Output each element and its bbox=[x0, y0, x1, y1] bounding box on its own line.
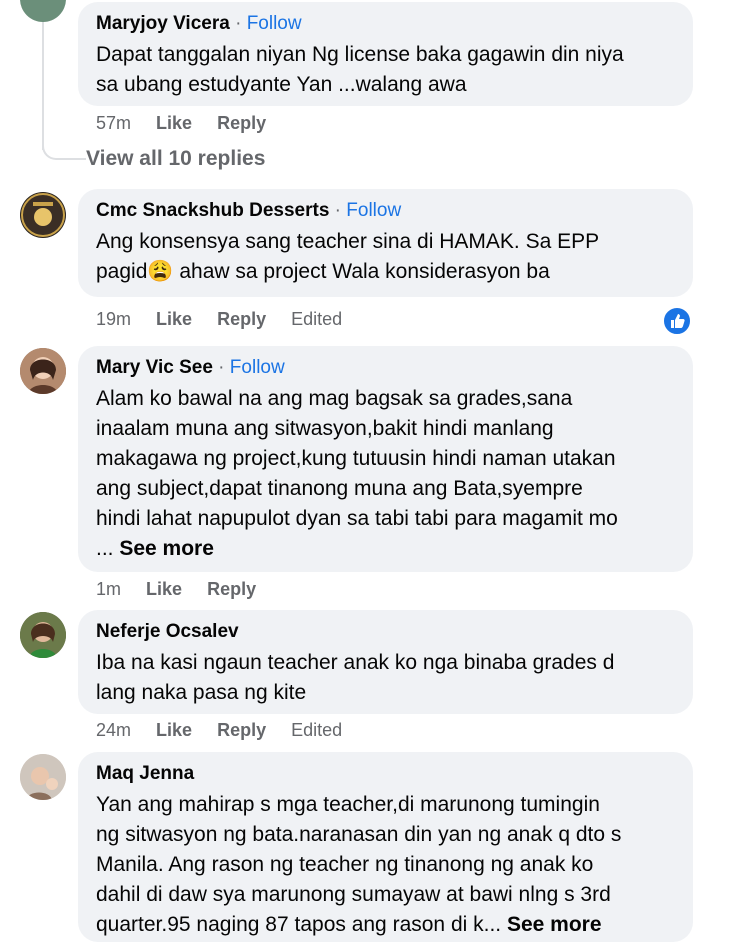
like-button[interactable]: Like bbox=[156, 720, 192, 740]
reply-button[interactable]: Reply bbox=[207, 579, 256, 599]
comment-bubble: Maq Jenna Yan ang mahirap s mga teacher,… bbox=[78, 752, 693, 942]
avatar[interactable] bbox=[20, 192, 66, 238]
comment-actions: 24m Like Reply Edited bbox=[96, 720, 362, 741]
follow-button[interactable]: Follow bbox=[247, 13, 302, 34]
comment-author[interactable]: Mary Vic See bbox=[96, 357, 213, 378]
comment-text: Yan ang mahirap s mga teacher,di marunon… bbox=[96, 793, 622, 936]
avatar[interactable] bbox=[20, 754, 66, 800]
avatar[interactable] bbox=[20, 612, 66, 658]
comment-bubble: Cmc Snackshub Desserts · Follow Ang kons… bbox=[78, 189, 693, 297]
avatar[interactable] bbox=[20, 348, 66, 394]
comment-bubble: Neferje Ocsalev Iba na kasi ngaun teache… bbox=[78, 610, 693, 714]
comment-text: Iba na kasi ngaun teacher anak ko nga bi… bbox=[96, 651, 615, 704]
comment-timestamp[interactable]: 24m bbox=[96, 720, 131, 740]
comment-text: Alam ko bawal na ang mag bagsak sa grade… bbox=[96, 387, 618, 560]
comment-timestamp[interactable]: 1m bbox=[96, 579, 121, 599]
profile-photo-icon bbox=[20, 348, 66, 394]
thumbs-up-icon bbox=[671, 314, 685, 328]
reply-thread-line bbox=[42, 0, 44, 150]
comment-author[interactable]: Cmc Snackshub Desserts bbox=[96, 200, 329, 221]
comment-actions: 19m Like Reply Edited bbox=[96, 309, 362, 330]
reply-button[interactable]: Reply bbox=[217, 309, 266, 329]
comment-author[interactable]: Neferje Ocsalev bbox=[96, 621, 239, 642]
comment-author[interactable]: Maryjoy Vicera bbox=[96, 13, 230, 34]
avatar[interactable] bbox=[20, 0, 66, 22]
edited-label: Edited bbox=[291, 309, 343, 329]
comment-text: Dapat tanggalan niyan Ng license baka ga… bbox=[96, 43, 624, 96]
comment-bubble: Maryjoy Vicera · Follow Dapat tanggalan … bbox=[78, 2, 693, 106]
comment-timestamp[interactable]: 57m bbox=[96, 113, 131, 133]
comment-actions: 1m Like Reply bbox=[96, 579, 276, 600]
comment-text: Ang konsensya sang teacher sina di HAMAK… bbox=[96, 230, 600, 283]
follow-button[interactable]: Follow bbox=[346, 200, 401, 221]
comment-actions: 57m Like Reply bbox=[96, 113, 286, 134]
follow-button[interactable]: Follow bbox=[230, 357, 285, 378]
reply-thread-elbow bbox=[42, 130, 86, 160]
like-button[interactable]: Like bbox=[156, 113, 192, 133]
profile-photo-icon bbox=[20, 612, 66, 658]
view-all-replies-link[interactable]: View all 10 replies bbox=[86, 147, 265, 171]
comment-bubble: Mary Vic See · Follow Alam ko bawal na a… bbox=[78, 346, 693, 572]
like-button[interactable]: Like bbox=[156, 309, 192, 329]
profile-photo-icon bbox=[20, 754, 66, 800]
comment-timestamp[interactable]: 19m bbox=[96, 309, 131, 329]
comment-author[interactable]: Maq Jenna bbox=[96, 763, 194, 784]
reply-button[interactable]: Reply bbox=[217, 113, 266, 133]
like-button[interactable]: Like bbox=[146, 579, 182, 599]
bakery-logo-icon bbox=[21, 193, 65, 237]
reply-button[interactable]: Reply bbox=[217, 720, 266, 740]
like-reaction-badge[interactable] bbox=[662, 306, 692, 336]
see-more-link[interactable]: See more bbox=[119, 537, 214, 560]
see-more-link[interactable]: See more bbox=[507, 913, 602, 936]
edited-label: Edited bbox=[291, 720, 343, 740]
